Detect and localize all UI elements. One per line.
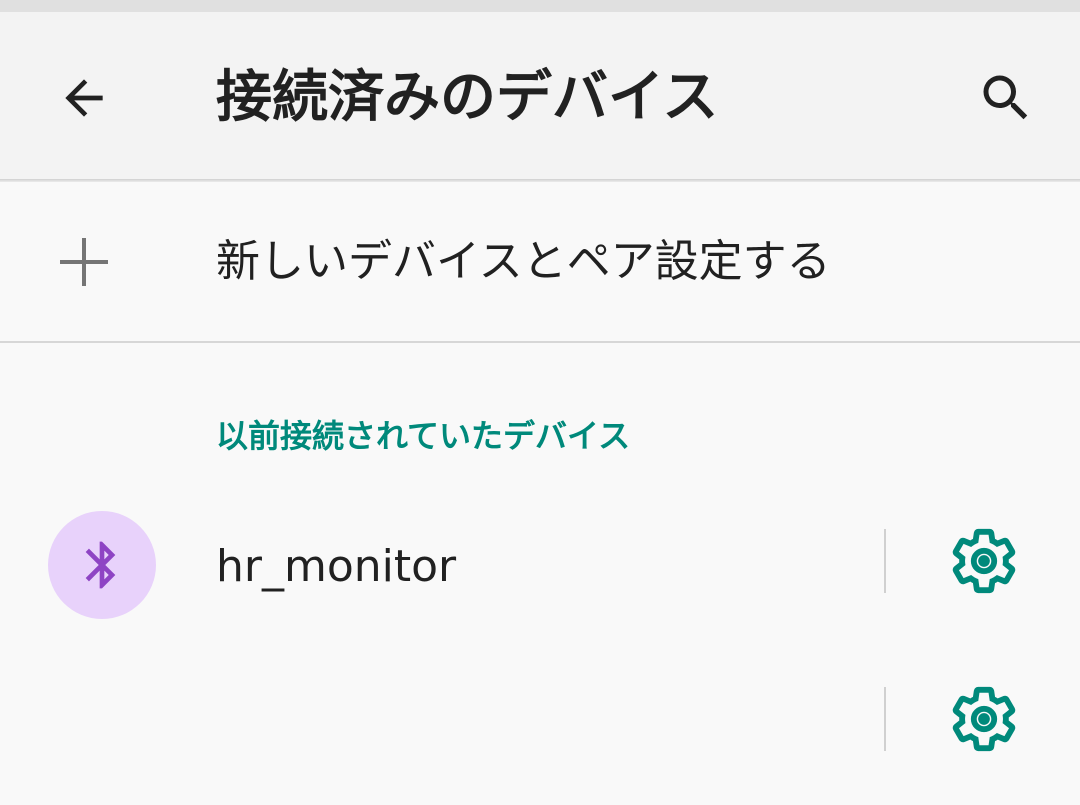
pair-new-device-label: 新しいデバイスとペア設定する — [216, 236, 831, 287]
back-button[interactable] — [44, 58, 124, 138]
device-name: hr_monitor — [216, 541, 457, 592]
status-bar-strip — [0, 0, 1080, 12]
device-row-hr-monitor[interactable]: hr_monitor — [0, 487, 1080, 647]
device-settings-button[interactable] — [944, 521, 1024, 601]
device-row-unnamed[interactable] — [0, 645, 1080, 805]
divider — [0, 341, 1080, 343]
device-avatar — [48, 511, 156, 619]
arrow-back-icon — [65, 79, 103, 117]
search-icon — [983, 75, 1028, 120]
vertical-separator — [884, 687, 886, 751]
device-settings-button[interactable] — [944, 679, 1024, 759]
bluetooth-icon — [85, 541, 116, 589]
gear-icon — [952, 686, 1016, 752]
section-header-previous-devices: 以前接続されていたデバイス — [216, 417, 631, 455]
pair-new-device-row[interactable]: 新しいデバイスとペア設定する — [0, 182, 1080, 342]
page-title: 接続済みのデバイス — [216, 65, 719, 130]
plus-icon — [44, 222, 124, 302]
gear-icon — [952, 528, 1016, 594]
search-button[interactable] — [966, 58, 1046, 138]
vertical-separator — [884, 529, 886, 593]
